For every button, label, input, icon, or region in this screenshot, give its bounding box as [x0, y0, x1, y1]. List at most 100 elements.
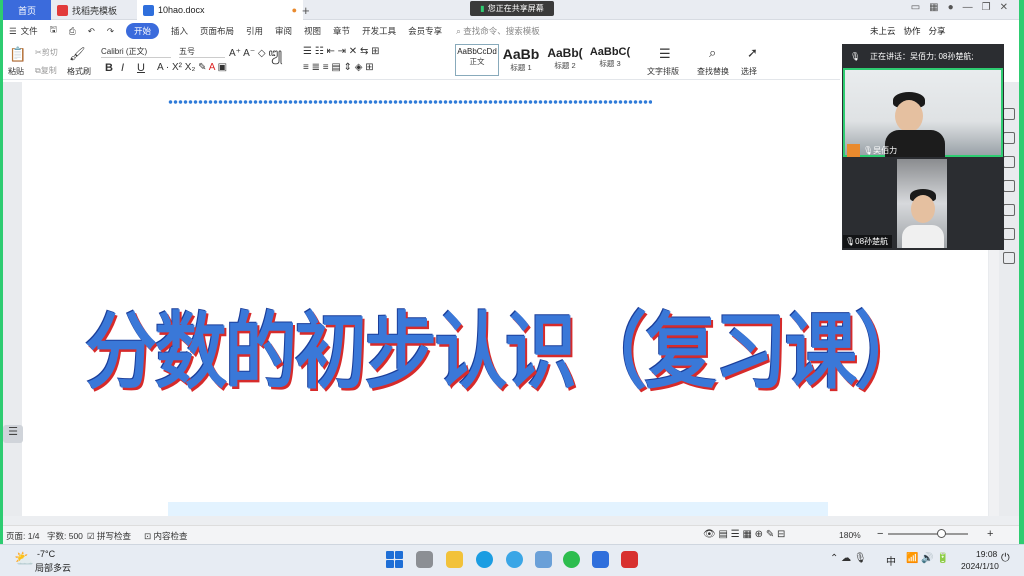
zoom-level[interactable]: 180%	[839, 530, 861, 540]
style-heading2[interactable]: AaBb( 标题 2	[543, 44, 587, 76]
style-heading2-preview: AaBb(	[547, 46, 583, 60]
weather-icon[interactable]: ⛅	[14, 549, 34, 569]
style-heading2-label: 标题 2	[554, 61, 576, 70]
style-normal[interactable]: AaBbCcDd 正文	[455, 44, 499, 76]
format-tools[interactable]: A · X² X₂ ✎ A ▣	[157, 62, 227, 73]
close-button[interactable]: ✕	[1000, 2, 1008, 13]
print-icon[interactable]: ⎙	[69, 26, 76, 37]
zoom-slider[interactable]	[888, 533, 968, 535]
horizontal-scrollbar[interactable]	[3, 516, 1019, 525]
menu-page-layout[interactable]: 页面布局	[200, 25, 234, 37]
word-count[interactable]: 字数: 500	[47, 530, 83, 542]
font-grow-icon[interactable]: A⁺ A⁻ ◇ ꧓	[229, 46, 282, 66]
list-tools[interactable]: ☰ ☷ ⇤ ⇥ ✕ ⇆ ⊞	[303, 46, 380, 57]
menu-developer[interactable]: 开发工具	[362, 25, 396, 37]
scissors-icon: ✂	[35, 48, 42, 57]
participant-video-1[interactable]: 🎙 吴佰力	[843, 68, 1003, 157]
undo-icon[interactable]: ↶	[88, 26, 95, 37]
restore-button[interactable]: ❐	[982, 2, 991, 13]
zoom-slider-handle[interactable]	[937, 529, 946, 538]
edit-icon[interactable]	[1003, 132, 1015, 144]
menu-insert[interactable]: 插入	[171, 25, 188, 37]
start-icon[interactable]	[386, 551, 403, 568]
tab-home[interactable]: 首页	[3, 0, 51, 20]
redo-icon[interactable]: ↷	[107, 26, 114, 37]
font-select[interactable]: Calibri (正文)	[101, 46, 171, 58]
participant-2-frame	[897, 159, 947, 248]
meeting-app-icon[interactable]	[592, 551, 609, 568]
layout-icon[interactable]: ▭	[911, 2, 920, 13]
italic-button[interactable]: I	[121, 62, 124, 74]
power-icon[interactable]: ⏻	[1001, 552, 1010, 565]
paste-button[interactable]: 粘贴	[8, 66, 24, 77]
side-tool-icon[interactable]	[1003, 108, 1015, 120]
share-button[interactable]: 分享	[929, 25, 946, 37]
cut-button[interactable]: ✂剪切	[35, 47, 58, 58]
avatar[interactable]: ●	[948, 2, 954, 13]
settings-app-icon[interactable]	[535, 551, 552, 568]
zoom-out-icon[interactable]: −	[877, 528, 883, 540]
content-check[interactable]: ⊡ 内容检查	[144, 530, 188, 542]
paste-icon[interactable]: 📋	[9, 46, 26, 63]
underline-button[interactable]: U	[137, 62, 145, 74]
format-painter-button[interactable]: 格式刷	[67, 66, 91, 77]
task-view-icon[interactable]	[416, 551, 433, 568]
bold-button[interactable]: B	[105, 62, 113, 74]
file-explorer-icon[interactable]	[446, 551, 463, 568]
unsaved-dot-icon: ●	[291, 5, 297, 15]
page-count[interactable]: 页面: 1/4	[6, 530, 40, 542]
wps-icon[interactable]	[621, 551, 638, 568]
menu-view[interactable]: 视图	[304, 25, 321, 37]
ime-indicator[interactable]: 中	[886, 553, 896, 568]
edge-icon[interactable]	[476, 551, 493, 568]
participant-2-face	[911, 195, 935, 223]
hamburger-icon[interactable]: ☰	[9, 26, 17, 37]
add-tab-button[interactable]: +	[302, 3, 310, 18]
layers-icon[interactable]	[1003, 228, 1015, 240]
settings-icon[interactable]	[1003, 180, 1015, 192]
cursor-tool-icon[interactable]	[1003, 156, 1015, 168]
weather-temp[interactable]: -7°C	[37, 549, 55, 559]
style-heading3-preview: AaBbC(	[589, 46, 631, 58]
browser-icon[interactable]	[506, 551, 523, 568]
copy-button[interactable]: ⧉复制	[35, 65, 57, 76]
share-frame-right	[1019, 0, 1024, 576]
style-heading1[interactable]: AaBb 标题 1	[500, 44, 542, 76]
outline-toggle-icon[interactable]: ☰	[3, 425, 23, 443]
bottom-band	[168, 502, 828, 516]
participant-2-tag: 🎙 08孙楚航	[843, 235, 893, 248]
apps-grid-icon[interactable]: ▦	[929, 2, 938, 13]
clock-time[interactable]: 19:08	[976, 549, 997, 559]
tab-document[interactable]: 10hao.docx ●	[137, 0, 303, 20]
menu-review[interactable]: 审阅	[275, 25, 292, 37]
style-heading3[interactable]: AaBbC( 标题 3	[588, 44, 632, 76]
find-replace-button[interactable]: 查找替换	[697, 66, 729, 77]
menu-chapter[interactable]: 章节	[333, 25, 350, 37]
wechat-icon[interactable]	[563, 551, 580, 568]
menu-start[interactable]: 开始	[125, 23, 159, 39]
tray-icons[interactable]: ⌃ ☁ 🎙	[830, 553, 867, 564]
format-painter-icon[interactable]: 🖌	[69, 46, 86, 62]
font-size-select[interactable]: 五号	[179, 46, 225, 58]
select-button[interactable]: 选择	[741, 66, 757, 77]
view-icons[interactable]: 👁 ▤ ☰ ▦ ⊕ ✎ ⊟	[703, 529, 785, 540]
network-volume-icons[interactable]: 📶 🔊 🔋	[906, 553, 949, 564]
zoom-in-icon[interactable]: +	[987, 528, 993, 540]
minimize-button[interactable]: —	[963, 2, 973, 13]
bookmark-icon[interactable]	[1003, 252, 1015, 264]
weather-desc[interactable]: 局部多云	[35, 561, 71, 574]
align-tools[interactable]: ≡ ≣ ≡ ▤ ⇕ ◈ ⊞	[303, 62, 374, 73]
save-icon[interactable]: 🖫	[50, 24, 57, 38]
spell-check[interactable]: ☑ 拼写检查	[87, 530, 131, 542]
menu-file[interactable]: 文件	[21, 25, 38, 37]
clock-date[interactable]: 2024/1/10	[961, 561, 999, 571]
shape-icon[interactable]	[1003, 204, 1015, 216]
text-layout-button[interactable]: 文字排版	[647, 66, 679, 77]
menu-member[interactable]: 会员专享	[408, 25, 442, 37]
cloud-status[interactable]: 未上云	[870, 25, 896, 37]
menu-references[interactable]: 引用	[246, 25, 263, 37]
tab-templates[interactable]: 找稻壳模板	[51, 0, 137, 20]
collaborate-button[interactable]: 协作	[904, 25, 921, 37]
screen-share-banner[interactable]: ▮ 您正在共享屏幕	[470, 1, 554, 16]
command-search[interactable]: ⌕ 查找命令、搜索模板	[456, 25, 540, 37]
